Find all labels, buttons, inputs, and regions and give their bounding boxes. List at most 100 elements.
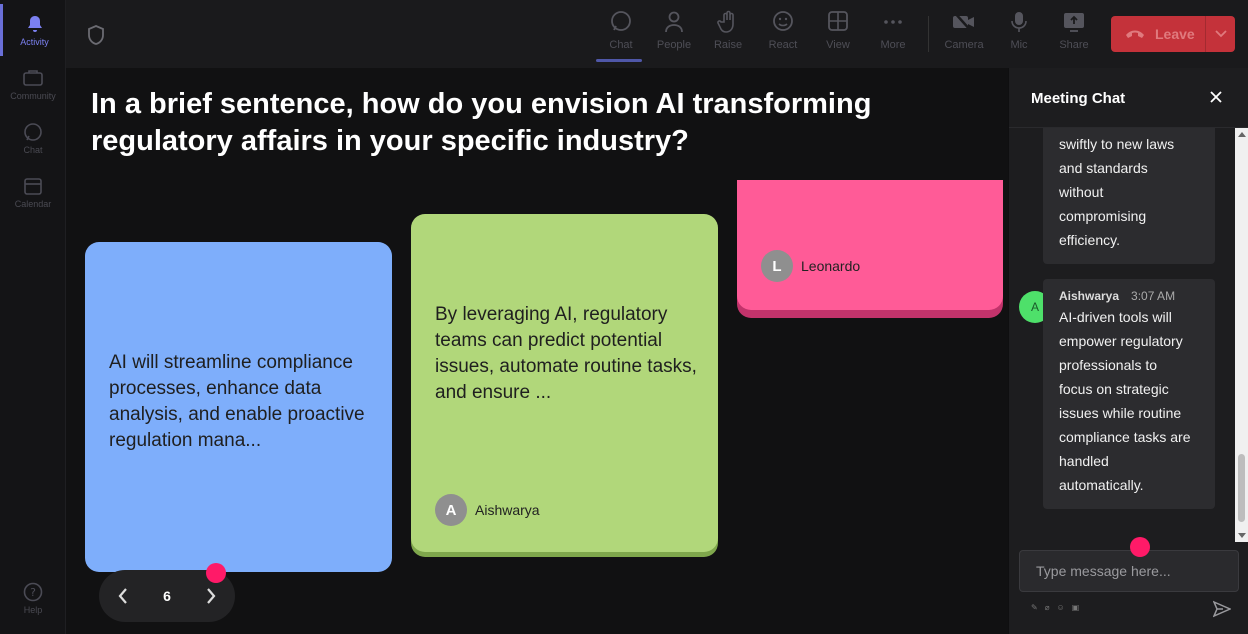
message-line: compromising bbox=[1059, 208, 1147, 224]
share-screen-icon bbox=[1064, 13, 1084, 32]
chat-icon bbox=[23, 122, 43, 142]
rail-item-activity[interactable]: Activity bbox=[0, 4, 66, 56]
question-title: In a brief sentence, how do you envision… bbox=[91, 88, 872, 157]
camera-off-icon bbox=[953, 11, 974, 33]
message-line: compliance tasks are bbox=[1059, 429, 1191, 445]
more-icon bbox=[884, 20, 902, 24]
rail-item-help[interactable]: ? Help bbox=[0, 572, 66, 624]
card-author: L Leonardo bbox=[761, 250, 860, 282]
toolbar-view-button[interactable]: View bbox=[813, 10, 863, 62]
leave-button[interactable]: Leave bbox=[1111, 16, 1235, 52]
message-line: AI-driven tools will bbox=[1059, 309, 1172, 325]
emoji-icon[interactable]: ☺ bbox=[1057, 603, 1065, 612]
meeting-chat-panel: Meeting Chat swiftly to new laws and sta… bbox=[1009, 68, 1248, 634]
chat-message: swiftly to new laws and standards withou… bbox=[1043, 128, 1215, 264]
grid-icon bbox=[828, 11, 848, 31]
chat-messages[interactable]: swiftly to new laws and standards withou… bbox=[1009, 128, 1233, 542]
format-icon[interactable]: ✎ bbox=[1031, 603, 1038, 612]
message-line: handled bbox=[1059, 453, 1109, 469]
mic-icon bbox=[1011, 12, 1027, 32]
pointer-indicator bbox=[1130, 537, 1150, 557]
response-card[interactable]: AI will streamline compliance processes,… bbox=[85, 242, 392, 572]
svg-text:?: ? bbox=[30, 586, 36, 599]
response-card[interactable]: By leveraging AI, regulatory teams can p… bbox=[411, 214, 718, 552]
toolbar-people-button[interactable]: People bbox=[649, 10, 699, 62]
avatar-initial: A bbox=[1030, 300, 1039, 314]
meeting-toolbar: Chat People Raise React View More Camera… bbox=[66, 0, 1248, 68]
rail-item-label: Help bbox=[23, 604, 43, 615]
toolbar-raise-button[interactable]: Raise bbox=[703, 10, 753, 62]
chevron-left-icon[interactable] bbox=[117, 587, 129, 605]
toolbar-label: Camera bbox=[944, 39, 984, 51]
phone-hangup-icon bbox=[1126, 30, 1144, 38]
rail-item-label: Calendar bbox=[14, 198, 52, 209]
message-meta: Aishwarya 3:07 AM bbox=[1059, 287, 1199, 305]
smiley-icon bbox=[773, 11, 793, 31]
rail-item-label: Activity bbox=[20, 36, 49, 47]
send-icon[interactable] bbox=[1212, 600, 1232, 618]
toolbar-camera-button[interactable]: Camera bbox=[939, 10, 989, 62]
format-toolbar: ✎ ⌀ ☺ ▣ bbox=[1031, 603, 1079, 612]
avatar: L bbox=[761, 250, 793, 282]
card-text: By leveraging AI, regulatory teams can p… bbox=[435, 304, 697, 403]
community-icon bbox=[23, 68, 43, 88]
chat-title: Meeting Chat bbox=[1031, 90, 1126, 107]
page-number: 6 bbox=[163, 588, 171, 604]
hand-icon bbox=[717, 10, 734, 33]
message-line: professionals to bbox=[1059, 357, 1158, 373]
toolbar-label: Mic bbox=[1010, 39, 1028, 51]
toolbar-divider bbox=[928, 16, 929, 52]
scroll-down-icon[interactable] bbox=[1238, 533, 1246, 538]
rail-item-calendar[interactable]: Calendar bbox=[0, 166, 66, 218]
card-author: A Aishwarya bbox=[435, 494, 540, 526]
card-text: AI will streamline compliance processes,… bbox=[109, 352, 365, 451]
attach-icon[interactable]: ⌀ bbox=[1045, 603, 1050, 612]
chat-message: Aishwarya 3:07 AM AI-driven tools will e… bbox=[1043, 279, 1215, 509]
chat-message-input[interactable] bbox=[1019, 550, 1239, 592]
rail-item-community[interactable]: Community bbox=[0, 58, 66, 110]
gif-icon[interactable]: ▣ bbox=[1072, 603, 1080, 612]
calendar-icon bbox=[23, 176, 43, 196]
leave-label: Leave bbox=[1155, 26, 1195, 42]
toolbar-label: More bbox=[880, 39, 906, 51]
author-name: Aishwarya bbox=[475, 502, 540, 518]
message-line: empower regulatory bbox=[1059, 333, 1183, 349]
pointer-indicator bbox=[206, 563, 226, 583]
toolbar-more-button[interactable]: More bbox=[868, 10, 918, 62]
shield-icon[interactable] bbox=[86, 24, 106, 46]
toolbar-chat-button[interactable]: Chat bbox=[596, 10, 646, 62]
message-line: focus on strategic bbox=[1059, 381, 1169, 397]
message-line: issues while routine bbox=[1059, 405, 1182, 421]
people-icon bbox=[665, 11, 683, 33]
message-time: 3:07 AM bbox=[1131, 289, 1176, 303]
activity-stage: In a brief sentence, how do you envision… bbox=[66, 68, 1008, 634]
toolbar-label: Share bbox=[1059, 39, 1089, 51]
toolbar-react-button[interactable]: React bbox=[758, 10, 808, 62]
chat-icon bbox=[611, 11, 631, 31]
author-name: Leonardo bbox=[801, 258, 861, 274]
message-line: efficiency. bbox=[1059, 232, 1120, 248]
message-line: automatically. bbox=[1059, 477, 1144, 493]
toolbar-share-button[interactable]: Share bbox=[1049, 10, 1099, 62]
toolbar-label: Chat bbox=[609, 39, 633, 51]
left-rail: Activity Community Chat Calendar ? Help bbox=[0, 0, 66, 634]
message-line: without bbox=[1059, 184, 1104, 200]
close-icon[interactable] bbox=[1209, 90, 1225, 106]
rail-item-chat[interactable]: Chat bbox=[0, 112, 66, 164]
response-card[interactable]: L Leonardo bbox=[737, 180, 1003, 310]
chat-header: Meeting Chat bbox=[1009, 68, 1248, 128]
help-icon: ? bbox=[23, 582, 43, 602]
scroll-up-icon[interactable] bbox=[1238, 132, 1246, 137]
chat-scrollbar[interactable] bbox=[1235, 128, 1248, 542]
toolbar-label: People bbox=[656, 39, 692, 51]
chevron-down-icon[interactable] bbox=[1205, 16, 1235, 52]
bell-icon bbox=[25, 14, 45, 34]
scrollbar-thumb[interactable] bbox=[1238, 454, 1245, 522]
chevron-right-icon[interactable] bbox=[205, 587, 217, 605]
rail-item-label: Community bbox=[10, 90, 56, 101]
message-sender: Aishwarya bbox=[1059, 289, 1120, 303]
toolbar-label: View bbox=[826, 39, 850, 51]
toolbar-mic-button[interactable]: Mic bbox=[994, 10, 1044, 62]
toolbar-label: React bbox=[768, 39, 798, 51]
rail-item-label: Chat bbox=[23, 144, 43, 155]
